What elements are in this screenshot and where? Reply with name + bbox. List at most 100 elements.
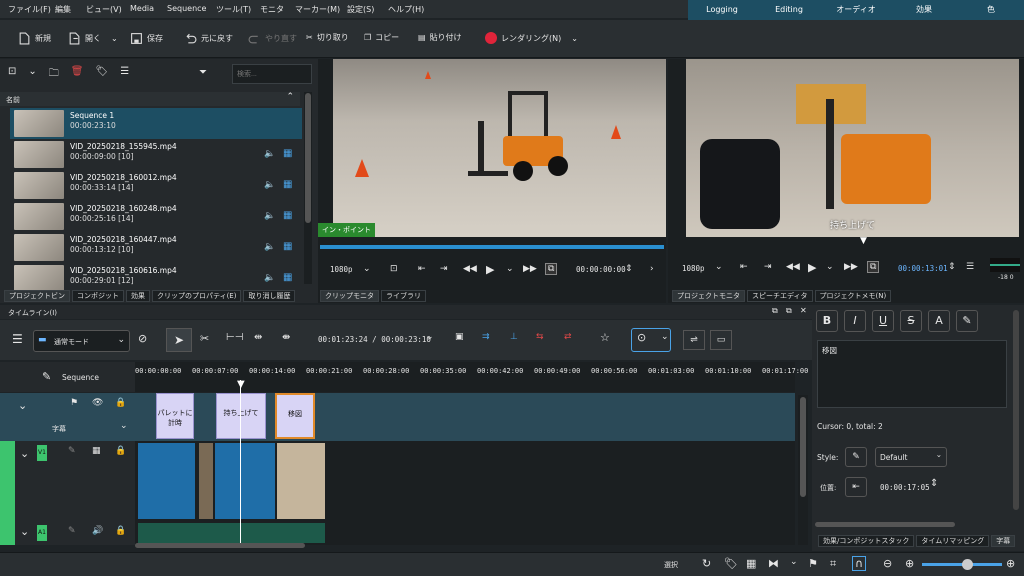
chevron-down-icon[interactable]: ⌄ bbox=[826, 262, 834, 272]
spin-icon[interactable]: ⇕ bbox=[625, 264, 633, 274]
set-position-icon[interactable]: ⇤ bbox=[845, 477, 867, 497]
edit-style-icon[interactable]: ✎ bbox=[845, 447, 867, 467]
timeline-vscroll[interactable] bbox=[798, 395, 808, 545]
collapse-icon[interactable]: ⌄ bbox=[20, 447, 29, 460]
subtitle-editor-hscroll[interactable] bbox=[815, 522, 955, 527]
magic-wand-icon[interactable]: ✎ bbox=[42, 370, 51, 383]
underline-icon[interactable]: U bbox=[872, 310, 894, 332]
workspace-logging[interactable]: Logging bbox=[688, 0, 756, 20]
new-button[interactable]: 新規 bbox=[18, 32, 51, 45]
video-clip[interactable] bbox=[138, 443, 195, 519]
slip-tool-icon[interactable]: ⇼ bbox=[282, 332, 290, 343]
project-timecode[interactable]: 00:00:13:01 bbox=[898, 264, 948, 273]
tab-subtitles[interactable]: 字幕 bbox=[991, 535, 1016, 547]
bin-item[interactable]: VID_20250218_160248.mp4 00:00:25:16 [14] 🔈… bbox=[10, 201, 302, 232]
menu-media[interactable]: Media bbox=[130, 4, 154, 13]
tab-effect-stack[interactable]: 効果/コンポジットスタック bbox=[818, 535, 915, 547]
ripple-tool-icon[interactable]: ⇹ bbox=[254, 332, 262, 343]
snap-off-icon[interactable]: ⊘ bbox=[138, 332, 147, 345]
chevron-down-icon[interactable]: ⌄ bbox=[120, 421, 128, 431]
set-in-icon[interactable]: ⇤ bbox=[740, 262, 748, 272]
play-icon[interactable]: ▶ bbox=[486, 263, 494, 276]
font-icon[interactable]: A bbox=[928, 310, 950, 332]
razor-tool-icon[interactable]: ✂ bbox=[200, 332, 209, 345]
mixer-icon[interactable]: ⇌ bbox=[683, 330, 705, 350]
strikethrough-icon[interactable]: S bbox=[900, 310, 922, 332]
render-button[interactable]: レンダリング(N) ⌄ bbox=[485, 32, 578, 44]
chevron-up-icon[interactable]: ⌃ bbox=[286, 92, 294, 102]
float-icon[interactable]: ⧉ bbox=[786, 306, 792, 316]
crop-icon[interactable]: ⧉ bbox=[545, 263, 558, 275]
workspace-audio[interactable]: オーディオ bbox=[822, 0, 890, 20]
add-clip-icon[interactable]: 🗀 bbox=[49, 66, 59, 83]
zoom-slider[interactable] bbox=[922, 559, 1002, 570]
rewind-icon[interactable]: ◀◀ bbox=[786, 262, 800, 272]
project-monitor-ruler[interactable]: ▼ bbox=[668, 236, 1024, 251]
menu-tools[interactable]: ツール(T) bbox=[216, 4, 251, 15]
lock-icon[interactable]: 🔒 bbox=[115, 526, 126, 536]
insert-icon[interactable]: ⇉ bbox=[482, 332, 490, 342]
lock-icon[interactable]: 🔒 bbox=[115, 446, 126, 456]
chevron-down-icon[interactable]: ⌄ bbox=[506, 264, 514, 274]
bin-item[interactable]: Sequence 1 00:00:23:10 bbox=[10, 108, 302, 139]
playhead-icon[interactable]: ▼ bbox=[860, 236, 867, 246]
chevron-down-icon[interactable]: ⌄ bbox=[715, 262, 723, 272]
project-monitor-video[interactable] bbox=[686, 59, 1019, 237]
chevron-down-icon[interactable]: ⌄ bbox=[363, 264, 371, 274]
subtitle-clip[interactable]: パレットに計時 bbox=[156, 393, 194, 439]
project-resolution[interactable]: 1080p bbox=[682, 264, 705, 273]
zoom-in-icon[interactable]: ⊕ bbox=[905, 557, 914, 570]
menu-icon[interactable]: ☰ bbox=[12, 332, 23, 346]
edit-mode-select[interactable]: ▬ 通常モード ⌄ bbox=[33, 330, 130, 352]
play-icon[interactable]: ▶ bbox=[808, 261, 816, 274]
menu-settings[interactable]: 設定(S) bbox=[347, 4, 374, 15]
clip-monitor-ruler[interactable] bbox=[318, 237, 666, 251]
subtitle-text-area[interactable]: 移図 bbox=[817, 340, 1007, 408]
v1-track-label[interactable]: V1 bbox=[37, 445, 47, 461]
paste-button[interactable]: ▤ 貼り付け bbox=[418, 32, 462, 43]
workspace-editing[interactable]: Editing bbox=[756, 0, 822, 20]
chevron-down-icon[interactable]: ⌄ bbox=[426, 332, 434, 342]
tab-project-bin[interactable]: プロジェクトビン bbox=[4, 290, 70, 302]
select-tool-icon[interactable]: ➤ bbox=[166, 328, 192, 352]
crop-icon[interactable]: ⧉ bbox=[867, 261, 880, 273]
save-button[interactable]: 保存 bbox=[130, 32, 163, 45]
forward-icon[interactable]: ▶▶ bbox=[523, 264, 537, 274]
tab-undo-history[interactable]: 取り消し履歴 bbox=[243, 290, 296, 302]
clip-timecode[interactable]: 00:00:00:00 bbox=[576, 265, 626, 274]
video-clip[interactable] bbox=[215, 443, 275, 519]
menu-edit[interactable]: 編集 bbox=[55, 4, 71, 15]
italic-icon[interactable]: I bbox=[844, 310, 866, 332]
bin-item[interactable]: VID_20250218_160012.mp4 00:00:33:14 [14] 🔈… bbox=[10, 170, 302, 201]
float-icon[interactable]: ⧉ bbox=[772, 306, 778, 316]
spin-icon[interactable]: ⇕ bbox=[930, 478, 938, 489]
timeline-hscroll[interactable] bbox=[135, 543, 305, 548]
menu-sequence[interactable]: Sequence bbox=[167, 4, 206, 13]
cut-button[interactable]: ✂ 切り取り bbox=[306, 32, 349, 43]
tab-effects[interactable]: 効果 bbox=[126, 290, 150, 302]
star-icon[interactable]: ☆ bbox=[600, 331, 610, 344]
undo-button[interactable]: 元に戻す bbox=[184, 32, 233, 45]
chevron-right-icon[interactable]: › bbox=[650, 264, 654, 274]
chevron-down-icon[interactable]: ⌄ bbox=[111, 34, 118, 43]
magic-wand-icon[interactable]: ✎ bbox=[68, 446, 76, 456]
fit-icon[interactable]: ⌗ bbox=[830, 557, 836, 571]
delete-icon[interactable]: 🗑 bbox=[71, 66, 84, 83]
clip-monitor-video[interactable] bbox=[333, 59, 666, 237]
film-icon[interactable]: ▦ bbox=[746, 557, 756, 570]
delete-range-icon[interactable]: ⇄ bbox=[564, 332, 572, 342]
subtitle-clip-selected[interactable]: 移図 bbox=[275, 393, 315, 439]
workspace-effects[interactable]: 効果 bbox=[890, 0, 958, 20]
spin-icon[interactable]: ⇕ bbox=[948, 262, 956, 272]
tab-clip-properties[interactable]: クリップのプロパティ(E) bbox=[152, 290, 242, 302]
transition-icon[interactable]: ⧓ bbox=[768, 557, 779, 570]
redo-button[interactable]: やり直す bbox=[248, 32, 297, 45]
chevron-down-icon[interactable]: ⌄ bbox=[661, 332, 669, 342]
extract-icon[interactable]: ⇆ bbox=[536, 332, 544, 342]
zoom-slider-handle[interactable] bbox=[962, 559, 973, 570]
magnet-icon[interactable]: ∩ bbox=[852, 556, 867, 571]
menu-marker[interactable]: マーカー(M) bbox=[295, 4, 340, 15]
menu-monitor[interactable]: モニタ bbox=[260, 4, 284, 15]
open-button[interactable]: 開く ⌄ bbox=[68, 32, 118, 45]
tab-clip-monitor[interactable]: クリップモニタ bbox=[320, 290, 379, 302]
